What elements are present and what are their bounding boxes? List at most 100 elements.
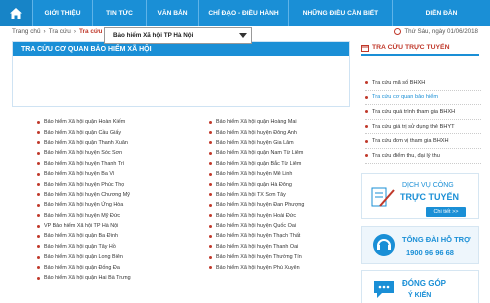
bullet-icon (37, 131, 40, 135)
office-link[interactable]: Bảo hiểm Xã hội huyện Phúc Thọ (37, 179, 131, 189)
office-link[interactable]: Bảo hiểm Xã hội huyện Gia Lâm (209, 138, 304, 148)
office-link[interactable]: Bảo hiểm Xã hội quận Hà Đông (209, 179, 304, 189)
sidebar-lookup-link[interactable]: Tra cứu đơn vị tham gia BHXH (365, 134, 481, 149)
nav-item-nhung-dieu-can-biet[interactable]: NHỮNG ĐIỀU CẦN BIẾT (288, 0, 392, 26)
bullet-icon (365, 125, 368, 129)
office-link[interactable]: Bảo hiểm Xã hội quận Cầu Giấy (37, 127, 131, 137)
list-item-label: Bảo hiểm Xã hội huyện Thanh Oai (216, 243, 299, 250)
office-link[interactable]: Bảo hiểm Xã hội quận Hoàn Kiếm (37, 117, 131, 127)
bullet-icon (209, 131, 212, 135)
office-link[interactable]: Bảo hiểm Xã hội quận Hai Bà Trưng (37, 273, 131, 283)
bullet-icon (209, 203, 212, 207)
list-item-label: Bảo hiểm Xã hội huyện Đan Phượng (216, 202, 305, 209)
office-link[interactable]: Bảo hiểm Xã hội TX Sơn Tây (209, 190, 304, 200)
bullet-icon (37, 276, 40, 280)
breadcrumb-home[interactable]: Trang chủ (12, 28, 41, 35)
banner-hotline-number: 1900 96 96 68 (406, 248, 454, 257)
office-link[interactable]: Bảo hiểm Xã hội huyện Thanh Oai (209, 242, 304, 252)
office-link[interactable]: Bảo hiểm Xã hội quận Bắc Từ Liêm (209, 159, 304, 169)
office-link[interactable]: Bảo hiểm Xã hội huyện Thạch Thất (209, 231, 304, 241)
office-list-right: Bảo hiểm Xã hội quận Hoàng Mai Bảo hiểm X… (209, 117, 304, 273)
office-link[interactable]: Bảo hiểm Xã hội huyện Đông Anh (209, 127, 304, 137)
office-link[interactable]: Bảo hiểm Xã hội huyện Ba Vì (37, 169, 131, 179)
nav-item-chi-dao-dieu-hanh[interactable]: CHỈ ĐẠO - ĐIỀU HÀNH (198, 0, 288, 26)
sidebar-lookup-link[interactable]: Tra cứu cơ quan bảo hiểm (365, 91, 481, 106)
list-item-label: Bảo hiểm Xã hội quận Hai Bà Trưng (44, 275, 131, 282)
office-link[interactable]: Bảo hiểm Xã hội quận Nam Từ Liêm (209, 148, 304, 158)
office-link[interactable]: Bảo hiểm Xã hội quận Hoàng Mai (209, 117, 304, 127)
list-item-label: Bảo hiểm Xã hội huyện Phú Xuyên (216, 264, 300, 271)
office-link[interactable]: VP Bảo hiểm Xã hội TP Hà Nội (37, 221, 131, 231)
bullet-icon (37, 224, 40, 228)
headset-icon (373, 234, 395, 256)
home-icon (10, 7, 22, 19)
current-date: Thứ Sáu, ngày 01/06/2018 (394, 28, 478, 35)
list-item-label: Bảo hiểm Xã hội quận Cầu Giấy (44, 129, 122, 136)
list-item-label: Bảo hiểm Xã hội huyện Thường Tín (216, 254, 302, 261)
list-item-label: Bảo hiểm Xã hội huyện Mê Linh (216, 171, 293, 178)
breadcrumb-tra-cuu[interactable]: Tra cứu (49, 28, 71, 35)
banner-feedback[interactable]: ĐÓNG GÓP Ý KIẾN (361, 270, 479, 303)
chevron-down-icon (239, 33, 247, 38)
sidebar-lookup-link[interactable]: Tra cứu mã số BHXH (365, 76, 481, 91)
office-link[interactable]: Bảo hiểm Xã hội huyện Quốc Oai (209, 221, 304, 231)
list-item-label: Bảo hiểm Xã hội huyện Đông Anh (216, 129, 297, 136)
nav-home[interactable] (0, 0, 32, 26)
banner-hotline[interactable]: TỔNG ĐÀI HỖ TRỢ 1900 96 96 68 (361, 226, 479, 264)
list-item-label: Bảo hiểm Xã hội quận Hoàng Mai (216, 119, 297, 126)
sidebar-item-label: Tra cứu giá trị sử dụng thẻ BHYT (372, 123, 455, 130)
office-link[interactable]: Bảo hiểm Xã hội huyện Ứng Hòa (37, 200, 131, 210)
detail-button[interactable]: Chi tiết >> (426, 207, 466, 217)
office-link[interactable]: Bảo hiểm Xã hội quận Tây Hồ (37, 242, 131, 252)
list-item-label: Bảo hiểm Xã hội huyện Chương Mỹ (44, 191, 130, 198)
bullet-icon (37, 162, 40, 166)
banner-online-service[interactable]: DỊCH VỤ CÔNG TRỰC TUYẾN Chi tiết >> (361, 173, 479, 219)
list-item-label: Bảo hiểm Xã hội huyện Ứng Hòa (44, 202, 124, 209)
sidebar-item-label: Tra cứu mã số BHXH (372, 79, 426, 86)
bullet-icon (209, 245, 212, 249)
office-link[interactable]: Bảo hiểm Xã hội huyện Mê Linh (209, 169, 304, 179)
bullet-icon (365, 95, 368, 99)
top-nav: GIỚI THIỆU TIN TỨC VĂN BẢN CHỈ ĐẠO - ĐIỀ… (0, 0, 490, 26)
list-item-label: Bảo hiểm Xã hội quận Tây Hồ (44, 243, 116, 250)
bullet-icon (209, 266, 212, 270)
bullet-icon (37, 255, 40, 259)
list-item-label: Bảo hiểm Xã hội quận Nam Từ Liêm (216, 150, 304, 157)
office-link[interactable]: Bảo hiểm Xã hội huyện Phú Xuyên (209, 262, 304, 272)
office-link[interactable]: Bảo hiểm Xã hội quận Đống Đa (37, 262, 131, 272)
nav-item-tin-tuc[interactable]: TIN TỨC (92, 0, 146, 26)
office-list-left: Bảo hiểm Xã hội quận Hoàn Kiếm Bảo hiểm X… (37, 117, 131, 283)
list-item-label: Bảo hiểm Xã hội huyện Hoài Đức (216, 212, 297, 219)
bullet-icon (37, 183, 40, 187)
office-link[interactable]: Bảo hiểm Xã hội quận Ba Đình (37, 231, 131, 241)
office-link[interactable]: Bảo hiểm Xã hội quận Long Biên (37, 252, 131, 262)
bullet-icon (209, 172, 212, 176)
office-link[interactable]: Bảo hiểm Xã hội huyện Thường Tín (209, 252, 304, 262)
pen-icon (371, 187, 395, 207)
sidebar-item-label: Tra cứu đơn vị tham gia BHXH (372, 138, 449, 145)
list-item-label: Bảo hiểm Xã hội quận Đống Đa (44, 264, 120, 271)
calendar-icon (361, 44, 369, 52)
sidebar-lookup-link[interactable]: Tra cứu quá trình tham gia BHXH (365, 105, 481, 120)
chat-bubble-icon (374, 281, 394, 298)
office-link[interactable]: Bảo hiểm Xã hội huyện Sóc Sơn (37, 148, 131, 158)
office-link[interactable]: Bảo hiểm Xã hội huyện Mỹ Đức (37, 211, 131, 221)
nav-item-van-ban[interactable]: VĂN BẢN (146, 0, 198, 26)
sidebar-item-label: Tra cứu cơ quan bảo hiểm (372, 94, 438, 101)
office-link[interactable]: Bảo hiểm Xã hội huyện Chương Mỹ (37, 190, 131, 200)
list-item-label: Bảo hiểm Xã hội quận Bắc Từ Liêm (216, 160, 302, 167)
office-link[interactable]: Bảo hiểm Xã hội huyện Đan Phượng (209, 200, 304, 210)
office-link[interactable]: Bảo hiểm Xã hội huyện Thanh Trì (37, 159, 131, 169)
nav-item-gioi-thieu[interactable]: GIỚI THIỆU (32, 0, 92, 26)
banner-feedback-line1: ĐÓNG GÓP (402, 279, 447, 288)
sidebar-lookup-link[interactable]: Tra cứu điểm thu, đại lý thu (365, 149, 481, 164)
province-select[interactable]: Bảo hiểm Xã hội TP Hà Nội (104, 27, 252, 44)
nav-item-dien-dan[interactable]: DIỄN ĐÀN (392, 0, 490, 26)
banner-hotline-line1: TỔNG ĐÀI HỖ TRỢ (402, 235, 471, 244)
office-link[interactable]: Bảo hiểm Xã hội quận Thanh Xuân (37, 138, 131, 148)
sidebar-lookup-link[interactable]: Tra cứu giá trị sử dụng thẻ BHYT (365, 120, 481, 135)
bullet-icon (37, 141, 40, 145)
banner-service-line1: DỊCH VỤ CÔNG (402, 182, 454, 189)
sidebar-header: TRA CỨU TRỰC TUYẾN (361, 41, 479, 56)
office-link[interactable]: Bảo hiểm Xã hội huyện Hoài Đức (209, 211, 304, 221)
